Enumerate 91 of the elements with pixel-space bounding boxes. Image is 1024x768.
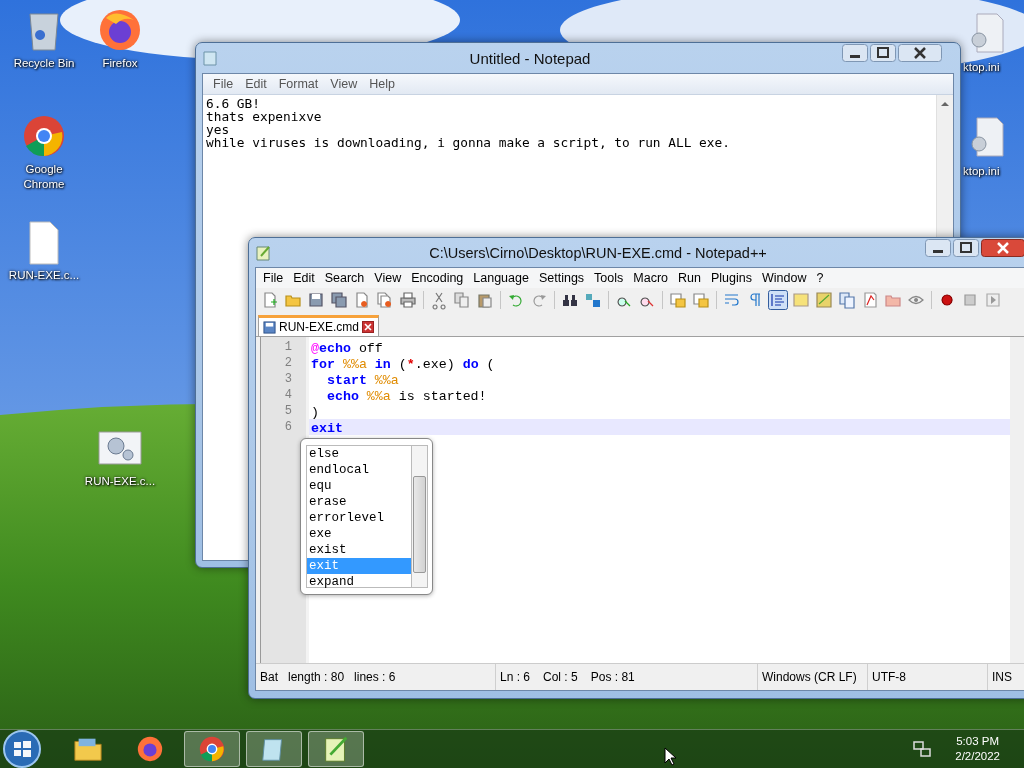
start-button[interactable] [2,729,42,768]
line-number: 4 [283,387,293,403]
scrollbar[interactable] [411,445,428,588]
map-icon[interactable] [814,290,834,310]
window-title: C:\Users\Cirno\Desktop\RUN-EXE.cmd - Notepad++ [428,244,768,261]
menu-item[interactable]: Encoding [406,271,469,285]
icon-label: RUN-EXE.c... [84,474,156,489]
menu-item[interactable]: Plugins [705,271,757,285]
minimize-button[interactable] [925,239,951,257]
list-item[interactable]: erase [307,494,411,510]
menu-item[interactable]: Macro [628,271,674,285]
menu-item[interactable]: View [326,77,366,91]
icon-label: ktop.ini [963,60,1000,75]
scroll-up-icon[interactable] [941,101,949,107]
scroll-thumb[interactable] [413,476,426,573]
list-item[interactable]: else [307,446,411,462]
code-line: exit [311,421,343,436]
maximize-button[interactable] [953,239,979,257]
network-icon[interactable] [913,740,932,758]
menu-item[interactable]: Format [274,77,327,91]
notepad-icon [255,244,271,261]
browser-icon [135,734,165,764]
status-text: Ln : 6 [500,670,531,684]
list-item[interactable]: equ [307,478,411,494]
browser-icon [197,734,227,764]
line-number: 2 [283,355,293,371]
code-line: start %%a [325,373,399,388]
taskbar-button[interactable] [184,731,240,767]
code-line: for %%a in (*.exe) do ( [311,357,495,372]
menu-item[interactable]: Help [365,77,403,91]
mouse-cursor-icon [664,747,676,766]
maximize-button[interactable] [870,44,896,62]
minimize-button[interactable] [842,44,868,62]
taskbar-button[interactable] [308,731,364,767]
menu-item[interactable]: ? [811,271,829,285]
list-item[interactable]: exist [307,542,411,558]
list-item[interactable]: expand [307,574,411,590]
notepad-icon [202,50,218,66]
menu-item[interactable]: Window [756,271,812,285]
menu-item[interactable]: Tools [589,271,629,285]
status-text: length : 80 [288,670,345,684]
text-line: 6.6 GB! [206,97,261,110]
status-text: INS [992,670,1012,684]
icon-label: Recycle Bin [13,56,75,71]
code-line: ) [311,405,319,420]
icon-label: ktop.ini [963,164,1000,179]
code-line: @echo off [311,341,383,356]
icon-label: Firefox [102,56,138,71]
play-icon[interactable] [983,290,1003,310]
menu-item[interactable]: File [258,271,289,285]
menu-item[interactable]: Edit [241,77,275,91]
document-list-icon[interactable] [837,290,857,310]
menu-item[interactable]: Settings [533,271,590,285]
status-text: Windows (CR LF) [762,670,857,684]
status-text: UTF-8 [872,670,906,684]
text-line: yes [206,123,230,136]
line-number: 3 [283,371,293,387]
icon-label: Google Chrome [22,162,66,192]
status-text: lines : 6 [354,670,396,684]
close-icon[interactable] [362,321,374,333]
icon-label: RUN-EXE.c... [8,268,80,283]
text-line: while viruses is downloading, i gonna make a script, to run ALL exe. [206,136,731,149]
status-text: Bat [260,670,278,684]
close-button[interactable] [981,239,1024,257]
copy-icon[interactable] [452,290,472,310]
windows-icon[interactable] [668,290,688,310]
line-number: 5 [283,403,293,419]
list-item[interactable]: exe [307,526,411,542]
indent-guide-icon[interactable] [768,290,788,310]
menu-item[interactable]: File [209,77,242,91]
menu-item[interactable]: Language [468,271,534,285]
taskbar-button[interactable] [246,731,302,767]
windows-icon[interactable] [691,290,711,310]
code-line: echo %%a is started! [325,389,487,404]
status-text: Col : 5 [543,670,578,684]
menu-item[interactable]: Search [319,271,370,285]
status-text: Pos : 81 [590,670,635,684]
window-title: Untitled - Notepad [468,49,592,67]
line-number: 6 [283,419,293,435]
list-item[interactable]: endlocal [307,462,411,478]
menu-item[interactable]: Run [673,271,706,285]
clock[interactable]: 5:03 PM 2/2/2022 [955,734,1000,764]
list-item[interactable]: errorlevel [307,510,411,526]
floppy-disks-icon[interactable] [329,290,349,310]
printer-icon[interactable] [398,290,418,310]
close-button[interactable] [898,44,942,62]
text-line: thats expenixve [206,110,323,123]
menu-item[interactable]: View [369,271,407,285]
file-tab[interactable]: RUN-EXE.cmd [258,315,379,336]
menu-item[interactable]: Edit [288,271,320,285]
line-number: 1 [283,339,293,355]
